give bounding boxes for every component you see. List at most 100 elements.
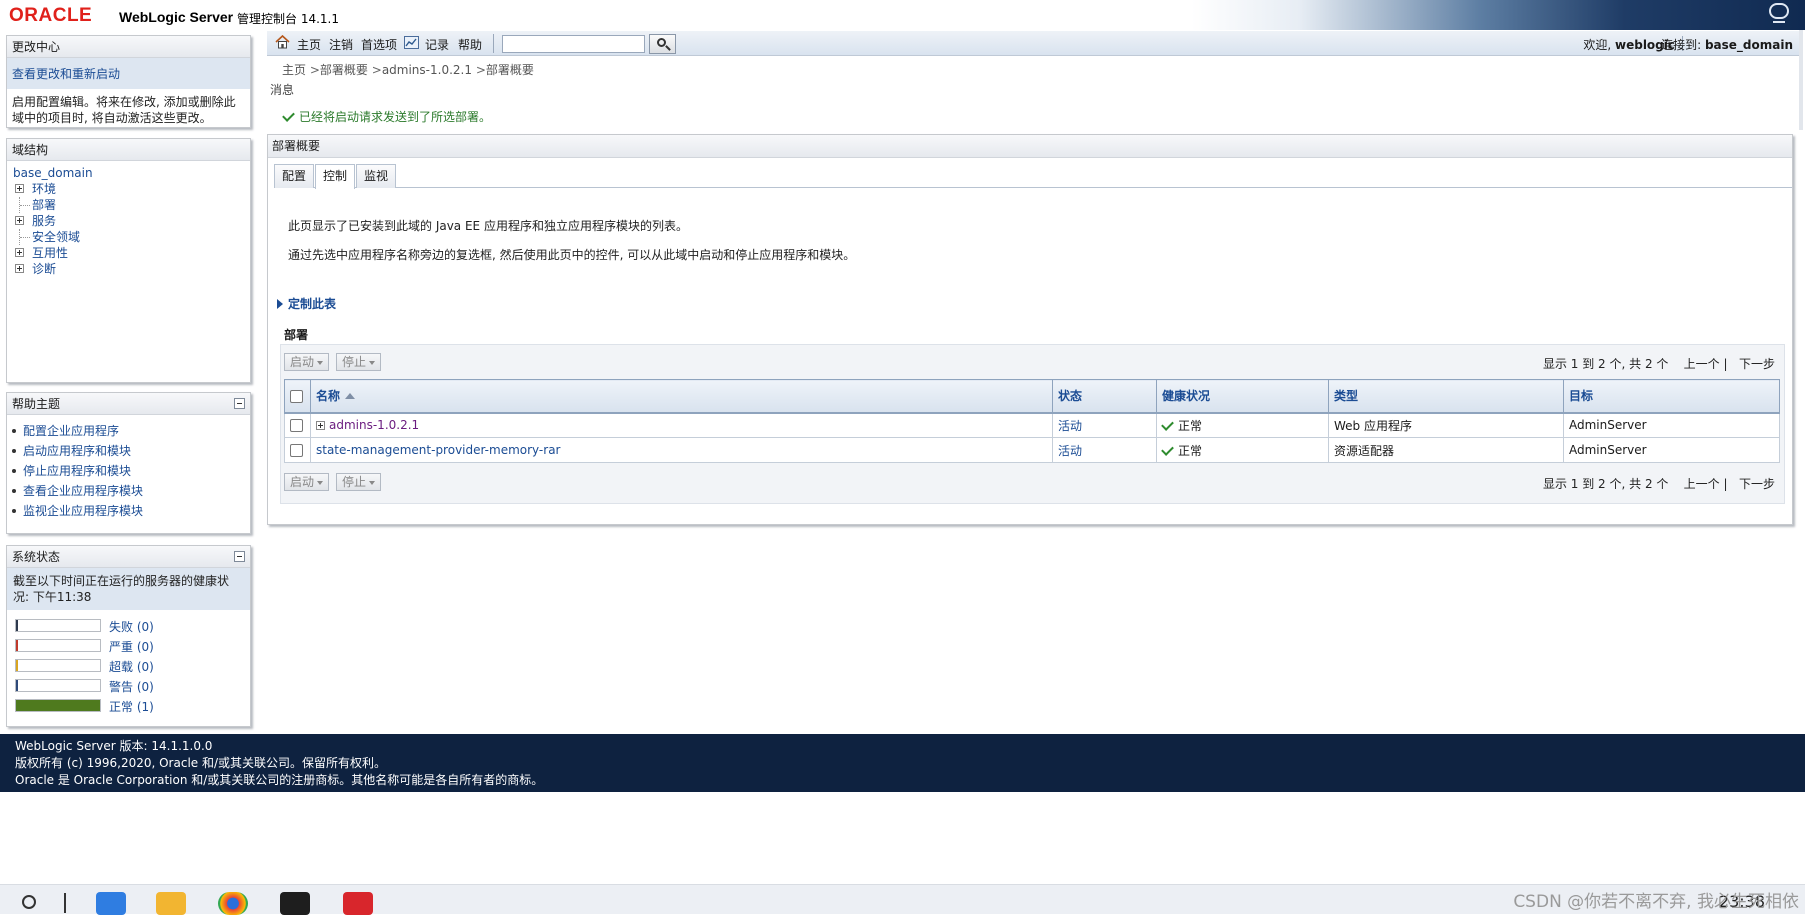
column-header-status[interactable]: 状态 bbox=[1052, 379, 1157, 414]
search-icon[interactable] bbox=[22, 895, 36, 909]
collapse-icon[interactable] bbox=[234, 551, 245, 562]
status-link[interactable]: 活动 bbox=[1058, 444, 1082, 458]
page-scrollbar[interactable] bbox=[1799, 30, 1803, 130]
row-checkbox[interactable] bbox=[290, 444, 303, 457]
tree-item-security-realms[interactable]: 安全领域 bbox=[10, 229, 247, 245]
row-checkbox[interactable] bbox=[290, 419, 303, 433]
tab-configuration[interactable]: 配置 bbox=[274, 164, 315, 188]
tree-root-base-domain[interactable]: base_domain bbox=[10, 165, 247, 181]
start-button[interactable]: 启动 bbox=[284, 353, 330, 371]
pager-prev[interactable]: 上一个 bbox=[1684, 357, 1720, 371]
health-label[interactable]: 失败 (0) bbox=[109, 618, 154, 635]
browser-icon[interactable] bbox=[218, 892, 248, 915]
start-button-bottom[interactable]: 启动 bbox=[284, 473, 330, 491]
status-link[interactable]: 活动 bbox=[1058, 419, 1082, 433]
health-row-critical[interactable]: 严重 (0) bbox=[7, 635, 250, 655]
tab-monitoring[interactable]: 监视 bbox=[356, 164, 397, 188]
customize-table-link[interactable]: 定制此表 bbox=[277, 295, 336, 312]
tree-item-label[interactable]: 环境 bbox=[32, 182, 56, 196]
column-header-target[interactable]: 目标 bbox=[1563, 379, 1780, 414]
health-cell: 正常 bbox=[1156, 437, 1329, 463]
toolbar-preferences[interactable]: 首选项 bbox=[361, 36, 397, 53]
type-cell: 资源适配器 bbox=[1328, 437, 1564, 463]
sort-ascending-icon[interactable] bbox=[345, 393, 356, 400]
toolbar-home[interactable]: 主页 bbox=[297, 36, 321, 53]
user-circle-icon[interactable] bbox=[1769, 3, 1789, 23]
tree-item-label[interactable]: 服务 bbox=[32, 214, 56, 228]
tree-item-diagnostics[interactable]: 诊断 bbox=[10, 261, 247, 277]
search-button[interactable] bbox=[649, 34, 676, 54]
app-icon[interactable] bbox=[96, 892, 126, 915]
system-status-title: 系统状态 bbox=[7, 546, 250, 568]
toolbar: 主页 注销 首选项 记录 帮助 欢迎, weblogic 连接到: base_d… bbox=[267, 31, 1800, 56]
deployment-name-link[interactable]: state-management-provider-memory-rar bbox=[316, 443, 560, 457]
expand-icon[interactable] bbox=[15, 248, 24, 257]
pager-prev[interactable]: 上一个 bbox=[1684, 477, 1720, 491]
row-select-cell bbox=[284, 412, 311, 438]
folder-icon[interactable] bbox=[156, 892, 186, 915]
column-header-name[interactable]: 名称 bbox=[310, 379, 1053, 414]
tab-control[interactable]: 控制 bbox=[315, 164, 356, 189]
select-all-checkbox[interactable] bbox=[290, 389, 303, 403]
tree-item-environment[interactable]: 环境 bbox=[10, 181, 247, 197]
search-input[interactable] bbox=[502, 35, 645, 53]
expand-icon[interactable] bbox=[316, 421, 325, 431]
breadcrumb-deployment-summary[interactable]: 部署概要 bbox=[320, 63, 368, 77]
chevron-down-icon bbox=[317, 361, 324, 365]
toolbar-logout[interactable]: 注销 bbox=[329, 36, 353, 53]
column-header-type[interactable]: 类型 bbox=[1328, 379, 1564, 414]
stop-button-bottom[interactable]: 停止 bbox=[336, 473, 382, 491]
pager-next[interactable]: 下一步 bbox=[1739, 357, 1775, 371]
breadcrumb-app[interactable]: admins-1.0.2.1 bbox=[382, 63, 472, 77]
deployment-name-link[interactable]: admins-1.0.2.1 bbox=[329, 418, 419, 432]
domain-structure-panel: 域结构 base_domain 环境 部署 服务 安全领域 互用性 诊断 bbox=[6, 138, 251, 383]
help-topics-title: 帮助主题 bbox=[7, 393, 250, 415]
health-row-failed[interactable]: 失败 (0) bbox=[7, 615, 250, 635]
dictionary-app-icon[interactable] bbox=[343, 892, 373, 915]
health-label[interactable]: 超载 (0) bbox=[109, 658, 154, 675]
home-icon[interactable] bbox=[275, 35, 290, 49]
target-cell: AdminServer bbox=[1563, 437, 1780, 463]
breadcrumb-separator: > bbox=[475, 63, 486, 77]
expand-icon[interactable] bbox=[15, 216, 24, 225]
tree-item-deployments[interactable]: 部署 bbox=[10, 197, 247, 213]
pager-next[interactable]: 下一步 bbox=[1739, 477, 1775, 491]
toolbar-record[interactable]: 记录 bbox=[425, 36, 449, 53]
row-select-cell bbox=[284, 437, 311, 463]
tree-item-interoperability[interactable]: 互用性 bbox=[10, 245, 247, 261]
expand-icon[interactable] bbox=[15, 264, 24, 273]
health-row-warning[interactable]: 警告 (0) bbox=[7, 675, 250, 695]
expand-icon[interactable] bbox=[15, 184, 24, 193]
customize-table-label[interactable]: 定制此表 bbox=[288, 297, 336, 311]
help-topic-link[interactable]: 查看企业应用程序模块 bbox=[12, 481, 250, 501]
help-topic-link[interactable]: 监视企业应用程序模块 bbox=[12, 501, 250, 521]
record-icon[interactable] bbox=[404, 36, 419, 49]
terminal-icon[interactable] bbox=[280, 892, 310, 915]
status-cell: 活动 bbox=[1052, 412, 1157, 438]
stop-button-label: 停止 bbox=[342, 355, 367, 369]
tree-item-label[interactable]: 部署 bbox=[32, 198, 56, 212]
help-topic-link[interactable]: 启动应用程序和模块 bbox=[12, 441, 250, 461]
tree-item-label[interactable]: 诊断 bbox=[32, 262, 56, 276]
breadcrumb-home[interactable]: 主页 bbox=[282, 63, 306, 77]
change-center-panel: 更改中心 查看更改和重新启动 启用配置编辑。将来在修改, 添加或删除此域中的项目… bbox=[6, 35, 251, 128]
tree-item-services[interactable]: 服务 bbox=[10, 213, 247, 229]
tree-item-label[interactable]: 互用性 bbox=[32, 246, 68, 260]
health-label[interactable]: 警告 (0) bbox=[109, 678, 154, 695]
stop-button[interactable]: 停止 bbox=[336, 353, 382, 371]
health-label[interactable]: 正常 (1) bbox=[109, 698, 154, 715]
help-topic-link[interactable]: 停止应用程序和模块 bbox=[12, 461, 250, 481]
help-topic-link[interactable]: 配置企业应用程序 bbox=[12, 421, 250, 441]
tree-item-label[interactable]: 安全领域 bbox=[32, 230, 80, 244]
success-message-text: 已经将启动请求发送到了所选部署。 bbox=[299, 110, 492, 124]
health-label[interactable]: 严重 (0) bbox=[109, 638, 154, 655]
collapse-icon[interactable] bbox=[234, 398, 245, 409]
column-header-health[interactable]: 健康状况 bbox=[1156, 379, 1329, 414]
view-changes-link[interactable]: 查看更改和重新启动 bbox=[7, 58, 250, 89]
check-icon bbox=[1161, 417, 1174, 431]
toolbar-help[interactable]: 帮助 bbox=[458, 36, 482, 53]
health-row-overloaded[interactable]: 超载 (0) bbox=[7, 655, 250, 675]
column-header-label[interactable]: 名称 bbox=[316, 389, 340, 403]
system-status-label: 系统状态 bbox=[12, 550, 61, 564]
health-row-ok[interactable]: 正常 (1) bbox=[7, 695, 250, 715]
